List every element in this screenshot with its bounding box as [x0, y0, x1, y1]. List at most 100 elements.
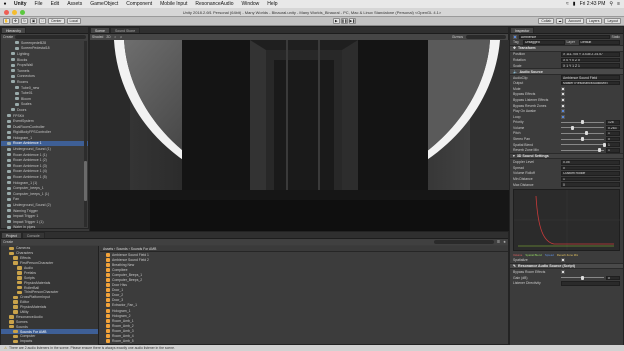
gizmos-dropdown[interactable]: Gizmos [452, 35, 463, 39]
property-checkbox[interactable] [561, 86, 565, 91]
cloud-icon[interactable]: ☁ [556, 18, 564, 24]
static-toggle[interactable]: Static [612, 35, 620, 39]
collab-button[interactable]: Collab [538, 18, 555, 24]
property-slider[interactable] [561, 148, 604, 153]
close-window-button[interactable] [4, 10, 9, 15]
property-checkbox[interactable] [561, 97, 565, 102]
hierarchy-create-button[interactable]: Create [3, 35, 13, 39]
shading-mode-dropdown[interactable]: Shaded [92, 35, 103, 39]
menu-gameobject[interactable]: GameObject [86, 1, 122, 7]
property-slider[interactable] [561, 137, 604, 142]
move-tool-icon[interactable]: ✥ [12, 18, 19, 24]
hierarchy-search-input[interactable] [15, 35, 86, 39]
property-slider[interactable] [561, 131, 604, 136]
layout-dropdown[interactable]: Layout [604, 18, 621, 24]
space-toggle[interactable]: Local [66, 18, 81, 24]
rect-tool-icon[interactable]: □ [39, 18, 46, 24]
property-value-field[interactable]: 1 [606, 131, 620, 136]
property-slider[interactable] [561, 120, 604, 125]
hierarchy-item-label: Fan [13, 197, 20, 202]
layer-dropdown[interactable]: Default [578, 40, 620, 45]
property-value-field[interactable] [561, 281, 620, 286]
tab-inspector[interactable]: Inspector [510, 27, 535, 33]
search-icon[interactable]: ⚲ [609, 1, 613, 7]
menu-resonance-audio[interactable]: ResonanceAudio [191, 1, 237, 7]
wifi-icon[interactable]: ≈ [566, 1, 569, 7]
menu-assets[interactable]: Assets [63, 1, 86, 7]
tab-project[interactable]: Project [1, 232, 22, 238]
menu-help[interactable]: Help [263, 1, 281, 7]
step-icon[interactable]: ▶❚ [348, 18, 356, 24]
light-toggle-icon[interactable]: ☼ [114, 35, 117, 39]
property-checkbox[interactable] [561, 270, 565, 275]
property-checkbox[interactable] [561, 109, 565, 114]
tab-hierarchy[interactable]: Hierarchy [1, 27, 26, 33]
folder-item[interactable]: Impacts [1, 339, 98, 344]
file-label: Extractor_Fan_1 [112, 303, 138, 308]
play-icon[interactable]: ▶ [332, 18, 340, 24]
property-value-field[interactable]: 0 [606, 275, 620, 281]
transform-value-field[interactable]: X 111.705 Y 3.435 Z 24.57 [561, 52, 620, 57]
property-slider[interactable] [561, 125, 604, 130]
menu-window[interactable]: Window [237, 1, 263, 7]
hierarchy-scrollbar[interactable] [84, 41, 87, 227]
property-slider[interactable] [561, 275, 604, 280]
audio-toggle-icon[interactable]: ♫ [120, 35, 122, 39]
property-value-field[interactable]: 0.263 [606, 125, 620, 131]
property-checkbox[interactable] [561, 114, 565, 119]
status-bar[interactable]: ⚠ There are 2 audio listeners in the sce… [0, 345, 624, 351]
property-value-field[interactable]: Custom Rolloff [561, 171, 620, 176]
property-value-field[interactable]: 1 [606, 147, 620, 153]
account-dropdown[interactable]: Account [565, 18, 584, 24]
layers-dropdown[interactable]: Layers [585, 18, 603, 24]
hand-tool-icon[interactable]: ✋ [3, 18, 10, 24]
property-value-field[interactable]: 0 [561, 182, 620, 187]
minimize-window-button[interactable] [12, 10, 17, 15]
scene-search-input[interactable] [466, 35, 506, 39]
property-value-field[interactable]: 0 [561, 165, 620, 171]
property-slider[interactable] [561, 142, 606, 147]
pause-icon[interactable]: ❚❚ [340, 18, 348, 24]
tag-dropdown[interactable]: Untagged [523, 40, 565, 45]
scale-tool-icon[interactable]: ▣ [30, 18, 37, 24]
object-active-checkbox[interactable] [513, 34, 517, 39]
star-icon[interactable]: ★ [503, 240, 506, 244]
menu-app-name[interactable]: Unity [10, 1, 31, 7]
tab-console[interactable]: Console [21, 232, 45, 238]
menu-mobile-input[interactable]: Mobile Input [156, 1, 191, 7]
apple-icon[interactable]: ● [0, 1, 10, 7]
menu-edit[interactable]: Edit [47, 1, 64, 7]
project-create-button[interactable]: Create [3, 240, 13, 244]
rotate-tool-icon[interactable]: ↻ [21, 18, 28, 24]
menu-list-icon[interactable]: ≡ [617, 1, 620, 7]
object-name-field[interactable]: Ambience [519, 34, 610, 40]
property-value-field[interactable]: 1 [606, 142, 620, 147]
property-value-field[interactable]: 0 [606, 136, 620, 142]
scene-viewport[interactable] [90, 40, 510, 232]
pivot-toggle[interactable]: Center [48, 18, 65, 24]
menu-component[interactable]: Component [122, 1, 156, 7]
spatialize-checkbox[interactable] [561, 258, 565, 263]
property-checkbox[interactable] [561, 92, 565, 97]
property-checkbox[interactable] [561, 103, 565, 108]
zoom-window-button[interactable] [20, 10, 25, 15]
gameobject-icon [7, 153, 11, 157]
property-value-field[interactable]: 1 [561, 176, 620, 182]
transform-value-field[interactable]: X 0 Y 0 Z 0 [561, 57, 620, 63]
battery-icon[interactable]: ▮ [573, 1, 576, 7]
property-value-field[interactable]: Ambience Sound Field [561, 75, 620, 80]
breadcrumb[interactable]: Assets › Sounds › Sounds For AMB [103, 247, 156, 251]
property-value-field[interactable]: 128 [606, 120, 620, 125]
property-value-field[interactable]: Master (ResonanceAudioMix) [561, 80, 620, 86]
property-value-field[interactable]: 0.05 [561, 159, 620, 165]
project-search-input[interactable] [433, 240, 494, 244]
filter-icon[interactable]: ☰ [497, 240, 500, 244]
tab-sound-stone[interactable]: Sound Stone [109, 27, 141, 33]
audio-file-item[interactable]: Room_Amb_5 [100, 339, 508, 344]
rolloff-graph[interactable] [513, 189, 621, 252]
menubar-clock[interactable]: Fri 2:43 PM [580, 1, 606, 7]
2d-toggle[interactable]: 2D [106, 35, 110, 39]
tab-scene[interactable]: Scene [90, 27, 110, 33]
menu-file[interactable]: File [31, 1, 47, 7]
transform-value-field[interactable]: X 1 Y 1 Z 1 [561, 63, 620, 68]
